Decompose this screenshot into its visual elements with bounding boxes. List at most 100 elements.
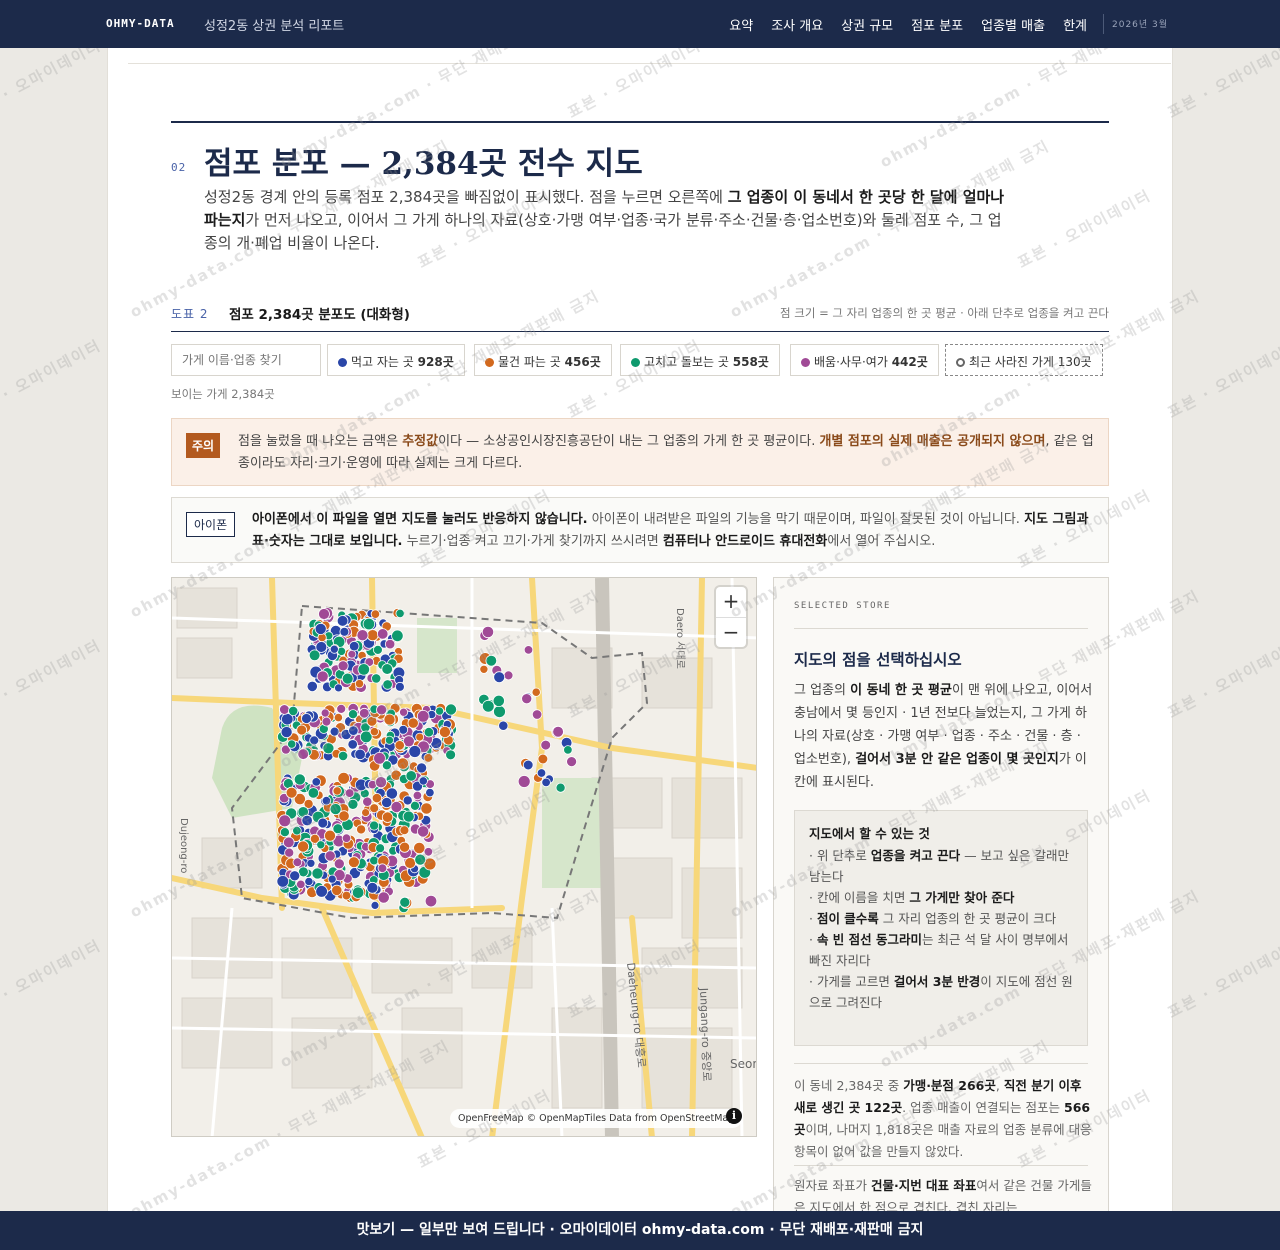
store-dot[interactable]	[376, 628, 389, 640]
store-dot[interactable]	[293, 773, 306, 786]
store-dot[interactable]	[498, 720, 509, 731]
store-dot[interactable]	[289, 870, 301, 882]
store-dot[interactable]	[536, 768, 547, 778]
info-icon[interactable]: i	[726, 1108, 742, 1124]
store-dot[interactable]	[417, 825, 430, 838]
store-dot[interactable]	[276, 875, 290, 888]
store-dot[interactable]	[341, 833, 352, 843]
filter-chip-food-lodging[interactable]: 먹고 자는 곳 928곳	[327, 344, 465, 376]
store-dot[interactable]	[481, 699, 495, 713]
store-dot[interactable]	[381, 796, 393, 809]
store-dot[interactable]	[416, 710, 430, 723]
store-dot[interactable]	[492, 694, 505, 708]
store-dot[interactable]	[356, 629, 369, 642]
store-dot[interactable]	[279, 704, 290, 715]
store-dot[interactable]	[338, 750, 349, 761]
store-dot[interactable]	[424, 894, 438, 908]
store-dot[interactable]	[407, 717, 419, 729]
store-dot[interactable]	[381, 663, 394, 675]
store-dot[interactable]	[311, 867, 324, 880]
store-dot[interactable]	[321, 795, 332, 806]
store-dot[interactable]	[517, 775, 531, 788]
store-dot[interactable]	[377, 891, 390, 904]
store-dot[interactable]	[425, 787, 435, 798]
store-dot[interactable]	[481, 625, 495, 639]
store-dot[interactable]	[555, 782, 566, 793]
store-dot[interactable]	[377, 863, 388, 874]
store-dot[interactable]	[347, 649, 357, 659]
store-dot[interactable]	[344, 788, 355, 798]
filter-chip-edu-office-leisure[interactable]: 배움·사무·여가 442곳	[790, 344, 939, 376]
store-dot[interactable]	[357, 663, 371, 676]
store-dot[interactable]	[341, 890, 352, 901]
store-dot[interactable]	[402, 795, 413, 806]
store-dot[interactable]	[563, 745, 573, 755]
store-dot[interactable]	[420, 802, 433, 815]
store-dot[interactable]	[423, 847, 434, 857]
store-dot[interactable]	[438, 725, 451, 738]
nav-link-sales[interactable]: 업종별 매출	[981, 15, 1045, 34]
store-search-input[interactable]	[171, 344, 321, 376]
store-dot[interactable]	[369, 820, 380, 831]
store-dot[interactable]	[371, 673, 382, 684]
store-dot[interactable]	[383, 713, 396, 726]
store-dot[interactable]	[308, 649, 321, 662]
store-dot[interactable]	[541, 777, 551, 788]
store-dot[interactable]	[435, 706, 445, 716]
store-dot[interactable]	[445, 749, 457, 761]
store-dot[interactable]	[566, 756, 578, 768]
store-dot[interactable]	[479, 664, 489, 674]
store-dot[interactable]	[405, 770, 417, 782]
store-dot[interactable]	[332, 786, 342, 796]
store-dot[interactable]	[327, 874, 337, 884]
filter-chip-retail[interactable]: 물건 파는 곳 456곳	[474, 344, 612, 376]
store-dot[interactable]	[415, 732, 425, 742]
store-dot[interactable]	[384, 638, 396, 650]
store-dot[interactable]	[301, 814, 313, 827]
store-dot[interactable]	[288, 705, 299, 716]
store-dot[interactable]	[306, 858, 316, 868]
store-dot[interactable]	[301, 713, 312, 724]
store-dot[interactable]	[423, 753, 434, 763]
store-dot[interactable]	[371, 793, 382, 804]
store-map[interactable]: Daero 서대로 Dujeong-ro Daeheung-ro 대흥로 Jun…	[171, 577, 757, 1137]
store-dot[interactable]	[493, 671, 506, 684]
store-dot[interactable]	[311, 777, 322, 787]
store-dot[interactable]	[370, 900, 380, 910]
store-dot[interactable]	[416, 762, 428, 774]
store-dot[interactable]	[334, 683, 343, 693]
store-dot[interactable]	[324, 850, 336, 862]
store-dot[interactable]	[493, 705, 506, 719]
store-dot[interactable]	[523, 645, 534, 655]
store-dot[interactable]	[347, 798, 359, 810]
store-dot[interactable]	[329, 644, 339, 654]
store-dot[interactable]	[531, 687, 541, 697]
store-dot[interactable]	[304, 876, 314, 887]
store-dot[interactable]	[297, 840, 310, 853]
store-dot[interactable]	[278, 814, 292, 828]
store-dot[interactable]	[320, 708, 330, 718]
store-dot[interactable]	[394, 740, 405, 751]
store-dot[interactable]	[366, 881, 379, 894]
store-dot[interactable]	[375, 843, 386, 854]
store-dot[interactable]	[321, 716, 332, 727]
store-dot[interactable]	[373, 752, 386, 765]
store-dot[interactable]	[503, 670, 514, 681]
store-dot[interactable]	[552, 725, 564, 738]
store-dot[interactable]	[292, 825, 302, 836]
store-dot[interactable]	[369, 855, 379, 866]
map-attribution[interactable]: OpenFreeMap © OpenMapTiles Data from Ope…	[450, 1109, 743, 1128]
store-dot[interactable]	[338, 810, 350, 822]
store-dot[interactable]	[331, 884, 343, 896]
store-dot[interactable]	[347, 709, 358, 720]
store-dot[interactable]	[537, 753, 549, 765]
store-dot[interactable]	[402, 810, 415, 823]
store-dot[interactable]	[280, 726, 293, 739]
store-dot[interactable]	[381, 811, 394, 823]
store-dot[interactable]	[287, 739, 297, 749]
store-dot[interactable]	[366, 629, 379, 642]
store-dot[interactable]	[359, 707, 370, 719]
store-dot[interactable]	[521, 693, 533, 705]
store-dot[interactable]	[361, 808, 371, 818]
store-dot[interactable]	[531, 709, 543, 720]
